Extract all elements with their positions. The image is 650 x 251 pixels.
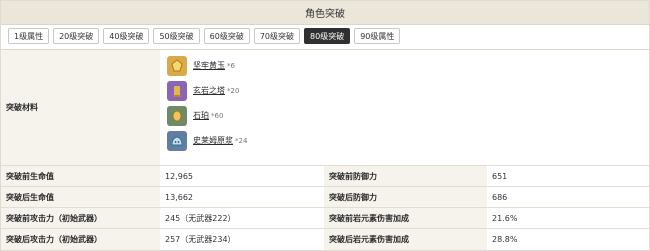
tab-level-20[interactable]: 20级突破 [53,28,100,44]
stat-value: 13,662 [160,187,324,207]
material-name[interactable]: 石珀 [193,110,209,121]
tab-level-60[interactable]: 60级突破 [203,28,250,44]
material-item[interactable]: 石珀 *60 [167,103,467,128]
slime-concentrate-icon [167,130,187,151]
stat-value: 12,965 [160,166,324,186]
material-count: *60 [211,111,224,120]
material-count: *24 [235,136,248,145]
tab-level-70[interactable]: 70级突破 [253,28,301,44]
materials-label: 突破材料 [1,50,160,165]
stat-label: 突破前防御力 [324,166,487,186]
material-item[interactable]: 玄岩之塔 *20 [167,78,467,103]
panel-title: 角色突破 [305,9,345,20]
stat-value: 651 [487,166,649,186]
stat-value: 257（无武器234） [160,229,324,250]
stat-value: 21.6% [487,208,649,228]
stat-label: 突破后防御力 [324,187,487,207]
topaz-gem-icon [167,55,187,76]
tab-level-40[interactable]: 40级突破 [103,28,150,44]
material-count: *20 [227,86,240,95]
material-item[interactable]: 坚牢黄玉 *6 [167,53,467,78]
material-item[interactable]: 史莱姆原浆 *24 [167,128,467,153]
stat-value: 686 [487,187,649,207]
material-list: 坚牢黄玉 *6 玄岩之塔 *20 石珀 *60 史莱姆原浆 *24 [167,53,467,153]
stat-value: 28.8% [487,229,649,250]
cor-lapis-icon [167,105,187,126]
tab-level-50[interactable]: 50级突破 [153,28,200,44]
ascension-panel: 角色突破 1级属性 20级突破 40级突破 50级突破 60级突破 70级突破 … [0,0,650,251]
stat-value: 245（无武器222） [160,208,324,228]
stat-row: 突破前攻击力（初始武器） 245（无武器222） 突破前岩元素伤害加成 21.6… [1,208,649,229]
panel-title-bar: 角色突破 [1,1,649,25]
stat-row: 突破后生命值 13,662 突破后防御力 686 [1,187,649,208]
stat-label: 突破后岩元素伤害加成 [324,229,487,250]
stat-row: 突破后攻击力（初始武器） 257（无武器234） 突破后岩元素伤害加成 28.8… [1,229,649,250]
stat-label: 突破后攻击力（初始武器） [1,229,160,250]
tab-level-1[interactable]: 1级属性 [8,28,50,44]
stat-row: 突破前生命值 12,965 突破前防御力 651 [1,166,649,187]
material-name[interactable]: 史莱姆原浆 [193,135,233,146]
stat-label: 突破前攻击力（初始武器） [1,208,160,228]
material-count: *6 [227,61,235,70]
tab-level-80[interactable]: 80级突破 [304,28,351,44]
tab-level-90[interactable]: 90级属性 [354,28,401,44]
level-tabs: 1级属性 20级突破 40级突破 50级突破 60级突破 70级突破 80级突破… [8,28,401,44]
basalt-tower-icon [167,80,187,101]
material-name[interactable]: 坚牢黄玉 [193,60,225,71]
stat-label: 突破后生命值 [1,187,160,207]
stat-label: 突破前岩元素伤害加成 [324,208,487,228]
stat-label: 突破前生命值 [1,166,160,186]
material-name[interactable]: 玄岩之塔 [193,85,225,96]
